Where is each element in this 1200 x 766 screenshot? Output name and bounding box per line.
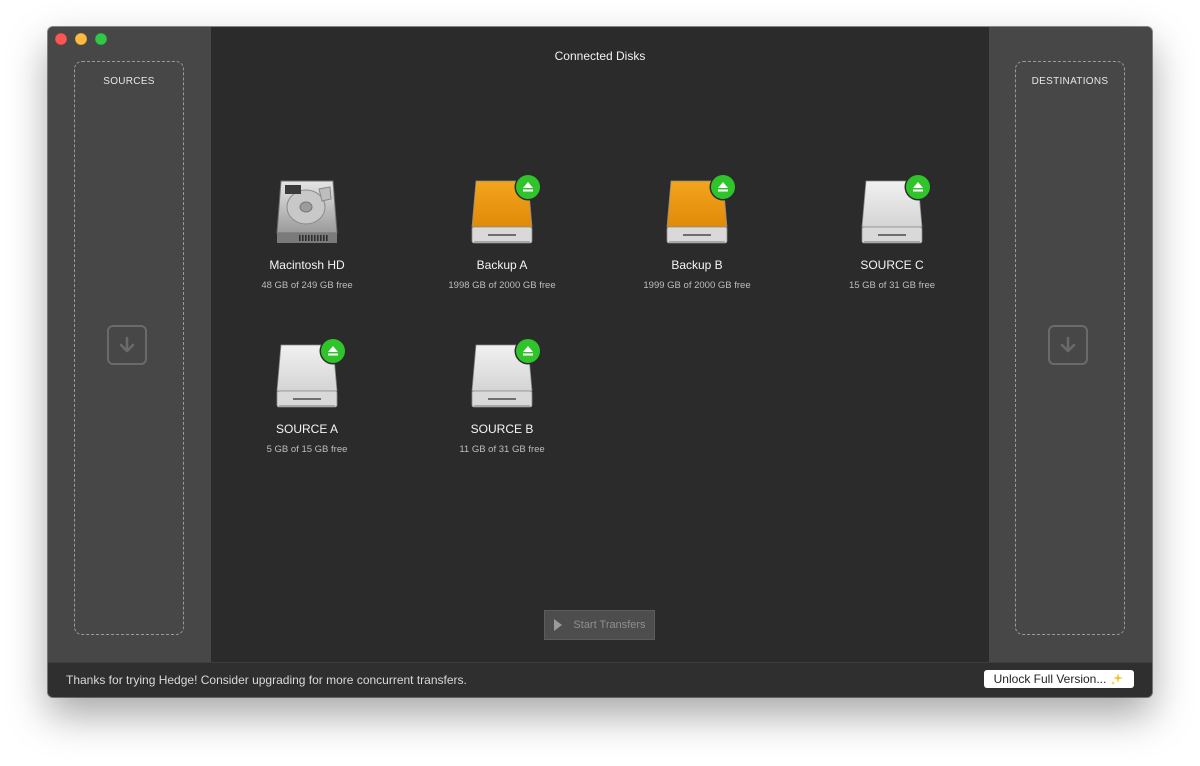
window-controls: [55, 33, 107, 45]
unlock-label: Unlock Full Version...: [993, 672, 1107, 686]
disk-free-space: 48 GB of 249 GB free: [261, 280, 353, 291]
arrow-down-icon: [1060, 336, 1076, 353]
sources-drop-zone[interactable]: SOURCES: [74, 61, 184, 635]
disk-name: Backup A: [476, 258, 528, 272]
app-window: SOURCES Connected Disks Macintosh HD 48 G…: [48, 27, 1152, 697]
eject-button[interactable]: [321, 339, 345, 363]
disk-icon-container: [275, 339, 345, 411]
disk-item[interactable]: SOURCE C 15 GB of 31 GB free: [802, 175, 982, 291]
disk-item[interactable]: Backup B 1999 GB of 2000 GB free: [607, 175, 787, 291]
eject-icon: [523, 182, 533, 192]
disk-name: SOURCE A: [275, 422, 338, 436]
disk-free-space: 5 GB of 15 GB free: [266, 444, 348, 455]
minimize-window-button[interactable]: [75, 33, 87, 45]
destinations-panel: DESTINATIONS: [989, 27, 1152, 663]
disk-icon-container: [470, 339, 540, 411]
destinations-title: DESTINATIONS: [1031, 76, 1109, 87]
sources-panel: SOURCES: [48, 27, 211, 663]
disk-free-space: 15 GB of 31 GB free: [848, 280, 936, 291]
eject-icon: [523, 346, 533, 356]
sources-title: SOURCES: [103, 76, 155, 87]
disk-name: Macintosh HD: [269, 258, 345, 272]
play-icon: [554, 619, 563, 631]
disk-name: SOURCE C: [860, 258, 924, 272]
destinations-add-button[interactable]: [1048, 325, 1088, 365]
eject-icon: [328, 346, 338, 356]
disk-icon-container: [665, 175, 735, 247]
close-window-button[interactable]: [55, 33, 67, 45]
zoom-window-button[interactable]: [95, 33, 107, 45]
start-transfers-label: Start Transfers: [573, 619, 646, 631]
disk-icon-container: [470, 175, 540, 247]
disk-item[interactable]: SOURCE A 5 GB of 15 GB free: [217, 339, 397, 455]
page-title: Connected Disks: [554, 49, 646, 63]
disk-free-space: 1999 GB of 2000 GB free: [643, 280, 751, 291]
status-bar: Thanks for trying Hedge! Consider upgrad…: [48, 662, 1152, 697]
disk-name: Backup B: [671, 258, 723, 272]
eject-button[interactable]: [711, 175, 735, 199]
sources-add-button[interactable]: [107, 325, 147, 365]
disk-free-space: 11 GB of 31 GB free: [459, 444, 545, 455]
disk-name: SOURCE B: [470, 422, 534, 436]
disk-item[interactable]: Backup A 1998 GB of 2000 GB free: [412, 175, 592, 291]
disk-free-space: 1998 GB of 2000 GB free: [448, 280, 556, 291]
start-transfers-button[interactable]: Start Transfers: [544, 610, 655, 640]
disk-item[interactable]: Macintosh HD 48 GB of 249 GB free: [217, 177, 397, 291]
connected-disks-area: Connected Disks Macintosh HD 48 GB of 249…: [211, 27, 989, 663]
unlock-full-version-button[interactable]: Unlock Full Version...: [984, 670, 1134, 688]
disk-item[interactable]: SOURCE B 11 GB of 31 GB free: [412, 339, 592, 455]
eject-icon: [913, 182, 923, 192]
sparkles-icon: [1111, 673, 1124, 685]
disk-icon-container: [860, 175, 930, 247]
internal-hard-drive-icon: [276, 180, 338, 243]
upgrade-message: Thanks for trying Hedge! Consider upgrad…: [66, 673, 467, 687]
eject-button[interactable]: [906, 175, 930, 199]
destinations-drop-zone[interactable]: DESTINATIONS: [1015, 61, 1125, 635]
eject-button[interactable]: [516, 339, 540, 363]
eject-button[interactable]: [516, 175, 540, 199]
disk-icon-container: [275, 177, 339, 247]
arrow-down-icon: [119, 336, 135, 353]
eject-icon: [718, 182, 728, 192]
